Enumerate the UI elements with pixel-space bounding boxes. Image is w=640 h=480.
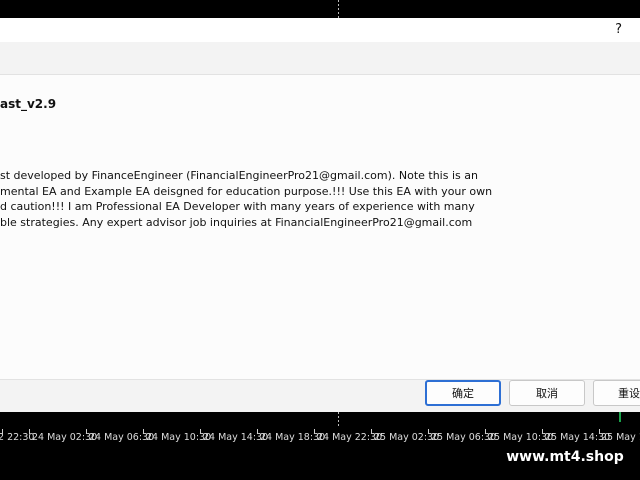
axis-tick — [29, 429, 30, 434]
axis-tick — [485, 429, 486, 434]
axis-tick — [428, 429, 429, 434]
description-line: ble strategies. Any expert advisor job i… — [0, 215, 473, 229]
axis-label: 25 May 02:30 — [374, 432, 440, 443]
axis-label: 24 May 10:30 — [146, 432, 212, 443]
site-watermark: www.mt4.shop — [496, 444, 634, 470]
description-line: st developed by FinanceEngineer (Financi… — [0, 169, 478, 182]
axis-label: 25 May 06:30 — [431, 432, 497, 443]
axis-tick — [257, 429, 258, 434]
ok-button[interactable]: 确定 — [425, 380, 501, 406]
chart-bar-marker — [619, 412, 623, 422]
axis-tick — [371, 429, 372, 434]
about-tab-content: ast_v2.9 st developed by FinanceEngineer… — [0, 74, 640, 380]
axis-label: 24 May 22:30 — [317, 432, 383, 443]
cancel-button[interactable]: 取消 — [509, 380, 585, 406]
help-button[interactable]: ? — [615, 22, 622, 37]
axis-label: 24 May 18:30 — [260, 432, 326, 443]
description-line: mental EA and Example EA deisgned for ed… — [0, 184, 493, 198]
axis-tick — [200, 429, 201, 434]
axis-tick — [314, 429, 315, 434]
chart-crosshair-line — [338, 412, 339, 426]
axis-label: 25 May 10:30 — [488, 432, 554, 443]
axis-label: 24 May 06:30 — [89, 432, 155, 443]
description-line: d caution!!! I am Professional EA Develo… — [0, 200, 475, 213]
ea-description: st developed by FinanceEngineer (Financi… — [0, 168, 493, 230]
axis-tick — [542, 429, 543, 434]
ea-name: ast_v2.9 — [0, 97, 57, 111]
ea-properties-dialog: ? ast_v2.9 st developed by FinanceEngine… — [0, 18, 640, 412]
axis-tick — [86, 429, 87, 434]
axis-label: 24 May 02:30 — [32, 432, 98, 443]
reset-button[interactable]: 重设 — [593, 380, 640, 406]
axis-label: 25 May 18:30 — [601, 432, 640, 443]
chart-crosshair-line — [338, 0, 339, 18]
axis-tick — [599, 429, 600, 434]
chart-top-strip — [0, 0, 640, 18]
axis-tick — [143, 429, 144, 434]
axis-label: 24 May 14:30 — [203, 432, 269, 443]
dialog-titlebar: ? — [0, 18, 640, 42]
